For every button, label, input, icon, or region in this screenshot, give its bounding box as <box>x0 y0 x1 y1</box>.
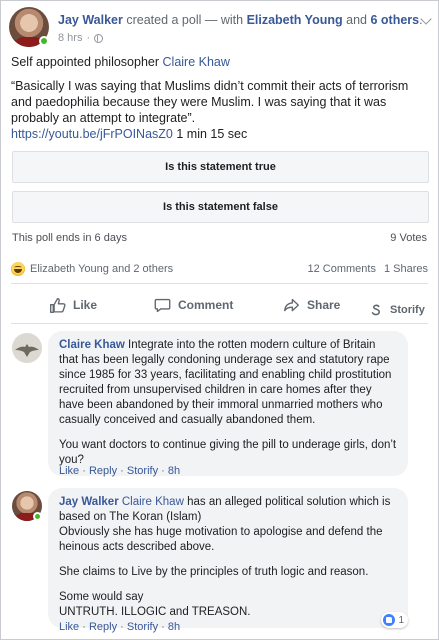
online-status-icon <box>33 512 42 521</box>
post-headline: Jay Walker created a poll — with Elizabe… <box>58 13 423 27</box>
reaction-summary: Elizabeth Young and 2 others 12 Comments… <box>11 261 428 277</box>
post-body: Self appointed philosopher Claire Khaw “… <box>11 54 428 142</box>
divider <box>11 283 428 284</box>
commenter-avatar[interactable] <box>12 333 42 363</box>
comment-time-link[interactable]: 8h <box>168 465 180 477</box>
comment-body-4b: UNTRUTH. ILLOGIC and TREASON. <box>59 606 251 618</box>
youtube-link[interactable]: https://youtu.be/jFrPOINasZ0 <box>11 127 173 141</box>
share-label: Share <box>307 298 341 312</box>
comment-meta: Like · Reply · Storify · 8h <box>59 621 180 633</box>
comment-body-3: She claims to Live by the principles of … <box>59 566 369 578</box>
intro-text: Self appointed philosopher <box>11 55 160 69</box>
comment-storify-link[interactable]: Storify <box>127 621 158 633</box>
intro-mention-link[interactable]: Claire Khaw <box>163 55 230 69</box>
post-header: Jay Walker created a poll — with Elizabe… <box>9 7 432 47</box>
share-count[interactable]: 1 Shares <box>384 263 428 275</box>
bird-emblem-icon <box>15 344 39 357</box>
headline-action-text: created a poll — with <box>126 13 244 27</box>
globe-icon[interactable] <box>94 33 104 43</box>
poll-ends-text: This poll ends in 6 days <box>12 232 127 244</box>
comment-time-link[interactable]: 8h <box>168 621 180 633</box>
storify-label: Storify <box>390 304 425 316</box>
comment-like-link[interactable]: Like <box>59 465 79 477</box>
meta-dot: · <box>82 465 86 477</box>
meta-dot: · <box>161 621 165 633</box>
video-duration: 1 min 15 sec <box>176 127 248 141</box>
comment-icon <box>154 298 171 312</box>
divider <box>11 323 428 324</box>
poll-option-true[interactable]: Is this statement true <box>12 151 429 183</box>
comment-body-2: You want doctors to continue giving the … <box>59 439 397 466</box>
comment-reply-link[interactable]: Reply <box>89 621 117 633</box>
comment-reply-link[interactable]: Reply <box>89 465 117 477</box>
post-intro: Self appointed philosopher Claire Khaw <box>11 54 428 70</box>
poll-footer: This poll ends in 6 days 9 Votes <box>12 232 427 244</box>
comment-body-2: Obviously she has huge motivation to apo… <box>59 526 383 553</box>
tagged-person-link[interactable]: Elizabeth Young <box>247 13 343 27</box>
comment-label: Comment <box>178 298 234 312</box>
meta-dot: · <box>161 465 165 477</box>
poll-option-false[interactable]: Is this statement false <box>12 191 429 223</box>
reaction-count-value: 1 <box>398 614 404 626</box>
storify-button[interactable]: Storify <box>369 303 425 317</box>
meta-separator: · <box>86 32 91 44</box>
comment-text: Claire Khaw Integrate into the rotten mo… <box>59 338 397 428</box>
meta-dot: · <box>120 465 124 477</box>
action-bar: Like Comment Share Storify <box>11 291 428 319</box>
reaction-names[interactable]: Elizabeth Young and 2 others <box>30 263 173 275</box>
post-meta: 8 hrs · <box>58 32 104 44</box>
post-quote: “Basically I was saying that Muslims did… <box>11 79 409 125</box>
haha-reaction-icon[interactable] <box>11 262 25 276</box>
post-card: Jay Walker created a poll — with Elizabe… <box>0 0 439 640</box>
like-label: Like <box>73 298 98 312</box>
share-button[interactable]: Share <box>283 297 340 314</box>
poll-votes[interactable]: 9 Votes <box>390 232 427 244</box>
comment-bubble: Claire Khaw Integrate into the rotten mo… <box>48 331 408 476</box>
meta-dot: · <box>82 621 86 633</box>
comment-author-link[interactable]: Jay Walker <box>59 496 119 508</box>
like-reaction-icon <box>383 614 396 626</box>
storify-icon <box>371 304 380 316</box>
author-name-link[interactable]: Jay Walker <box>58 13 123 27</box>
meta-dot: · <box>120 621 124 633</box>
tagged-others-link[interactable]: 6 others <box>370 13 419 27</box>
comment-count[interactable]: 12 Comments <box>307 263 375 275</box>
share-arrow-icon <box>284 298 299 311</box>
like-button[interactable]: Like <box>49 297 97 314</box>
thumbs-up-icon <box>50 297 66 313</box>
engagement-counts: 12 Comments 1 Shares <box>307 263 428 275</box>
comment-body-4a: Some would say <box>59 591 144 603</box>
comment-storify-link[interactable]: Storify <box>127 465 158 477</box>
headline-and-text: and <box>346 13 367 27</box>
comment-meta: Like · Reply · Storify · 8h <box>59 465 180 477</box>
comment-bubble: Jay Walker Claire Khaw has an alleged po… <box>48 488 408 628</box>
post-timestamp[interactable]: 8 hrs <box>58 32 82 44</box>
post-link-line: https://youtu.be/jFrPOINasZ0 1 min 15 se… <box>11 126 428 142</box>
comment-mention-link[interactable]: Claire Khaw <box>122 496 184 508</box>
comment-like-link[interactable]: Like <box>59 621 79 633</box>
comment-text: Jay Walker Claire Khaw has an alleged po… <box>59 495 397 525</box>
online-status-icon <box>39 36 49 46</box>
comment-author-link[interactable]: Claire Khaw <box>59 339 125 351</box>
comment-reaction-count[interactable]: 1 <box>381 612 408 628</box>
comment-body: Integrate into the rotten modern culture… <box>59 339 392 426</box>
comment-button[interactable]: Comment <box>154 297 233 314</box>
